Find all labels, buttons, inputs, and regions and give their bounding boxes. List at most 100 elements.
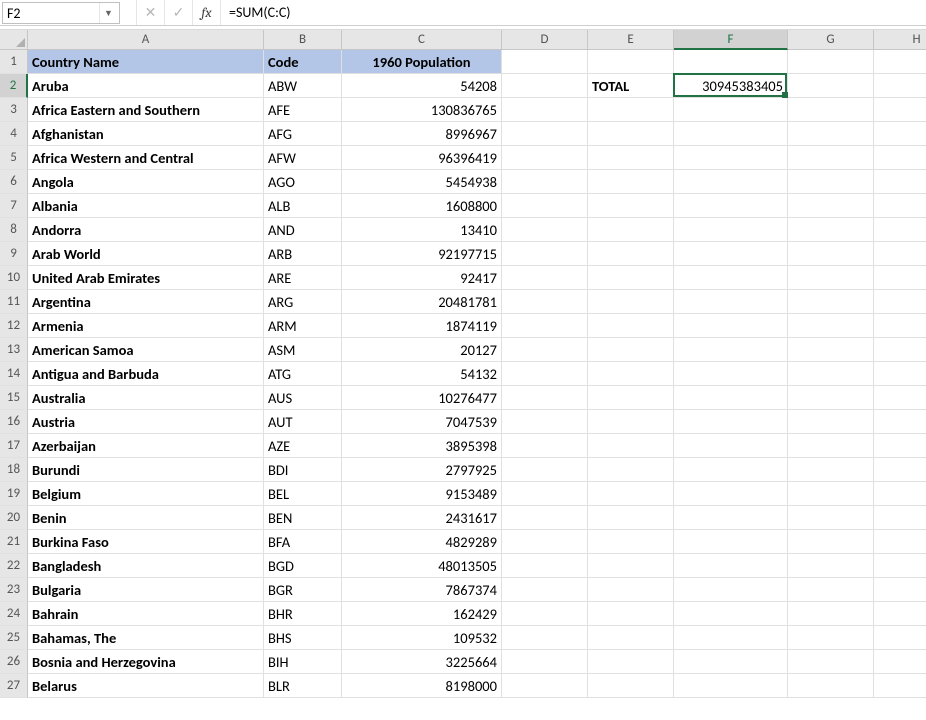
cell-population[interactable]: 130836765 <box>342 98 502 122</box>
cell-D[interactable] <box>502 386 588 410</box>
cell-country-name[interactable]: Austria <box>28 410 264 434</box>
cell-population[interactable]: 3225664 <box>342 650 502 674</box>
cell-population[interactable]: 96396419 <box>342 146 502 170</box>
row-header-16[interactable]: 16 <box>0 410 28 434</box>
cell-code[interactable]: BGR <box>264 578 342 602</box>
cell-H[interactable] <box>874 50 926 74</box>
cell-country-name[interactable]: Bosnia and Herzegovina <box>28 650 264 674</box>
name-box[interactable]: ▼ <box>2 2 120 24</box>
cell-G[interactable] <box>788 482 874 506</box>
cell-F[interactable] <box>674 266 788 290</box>
cell-population[interactable]: 92197715 <box>342 242 502 266</box>
cell-D[interactable] <box>502 218 588 242</box>
cell-F[interactable] <box>674 410 788 434</box>
column-header-F[interactable]: F <box>674 30 788 50</box>
row-header-1[interactable]: 1 <box>0 50 28 74</box>
cell-population[interactable]: 48013505 <box>342 554 502 578</box>
row-header-15[interactable]: 15 <box>0 386 28 410</box>
column-header-A[interactable]: A <box>28 30 264 50</box>
column-header-C[interactable]: C <box>342 30 502 50</box>
cell-code[interactable]: AFE <box>264 98 342 122</box>
cell-G[interactable] <box>788 218 874 242</box>
cell-population[interactable]: 92417 <box>342 266 502 290</box>
cell-population[interactable]: 9153489 <box>342 482 502 506</box>
cell-D[interactable] <box>502 170 588 194</box>
cell-population[interactable]: 20127 <box>342 338 502 362</box>
cell-G[interactable] <box>788 170 874 194</box>
cell-H[interactable] <box>874 530 926 554</box>
cell-H[interactable] <box>874 242 926 266</box>
cell-E[interactable] <box>588 554 674 578</box>
cell-code[interactable]: BLR <box>264 674 342 698</box>
cell-country-name[interactable]: Arab World <box>28 242 264 266</box>
cell-population[interactable]: 5454938 <box>342 170 502 194</box>
cell-population[interactable]: 54132 <box>342 362 502 386</box>
row-header-11[interactable]: 11 <box>0 290 28 314</box>
cell-D[interactable] <box>502 578 588 602</box>
cell-country-name[interactable]: Azerbaijan <box>28 434 264 458</box>
cell-G[interactable] <box>788 410 874 434</box>
cell-country-name[interactable]: Bahamas, The <box>28 626 264 650</box>
cell-E[interactable] <box>588 386 674 410</box>
cell-D[interactable] <box>502 50 588 74</box>
row-header-2[interactable]: 2 <box>0 74 28 98</box>
cell-E[interactable] <box>588 506 674 530</box>
cell-H[interactable] <box>874 338 926 362</box>
cell-E[interactable] <box>588 338 674 362</box>
cell-D[interactable] <box>502 290 588 314</box>
cell-code[interactable]: BEL <box>264 482 342 506</box>
row-header-19[interactable]: 19 <box>0 482 28 506</box>
cell-country-name[interactable]: Albania <box>28 194 264 218</box>
row-header-26[interactable]: 26 <box>0 650 28 674</box>
cell-country-name[interactable]: Australia <box>28 386 264 410</box>
cell-G[interactable] <box>788 650 874 674</box>
cell-G[interactable] <box>788 386 874 410</box>
row-header-20[interactable]: 20 <box>0 506 28 530</box>
cell-code[interactable]: AFG <box>264 122 342 146</box>
cell-H[interactable] <box>874 482 926 506</box>
cell-D[interactable] <box>502 410 588 434</box>
cell-country-name[interactable]: Bangladesh <box>28 554 264 578</box>
cell-G[interactable] <box>788 602 874 626</box>
cell-E[interactable] <box>588 434 674 458</box>
cell-population[interactable]: 8198000 <box>342 674 502 698</box>
cell-H[interactable] <box>874 578 926 602</box>
cell-F[interactable] <box>674 170 788 194</box>
formula-input[interactable]: =SUM(C:C) <box>220 0 926 25</box>
row-header-7[interactable]: 7 <box>0 194 28 218</box>
cell-F[interactable] <box>674 482 788 506</box>
cell-E[interactable] <box>588 482 674 506</box>
row-header-9[interactable]: 9 <box>0 242 28 266</box>
cell-code[interactable]: BHR <box>264 602 342 626</box>
cell-F[interactable] <box>674 194 788 218</box>
cell-E[interactable] <box>588 602 674 626</box>
cell-H[interactable] <box>874 290 926 314</box>
cell-E[interactable] <box>588 530 674 554</box>
cell-population[interactable]: 1608800 <box>342 194 502 218</box>
cell-G[interactable] <box>788 674 874 698</box>
cell-code[interactable]: BDI <box>264 458 342 482</box>
cell-population[interactable]: 3895398 <box>342 434 502 458</box>
cell-country-name[interactable]: Aruba <box>28 74 264 98</box>
cell-G[interactable] <box>788 554 874 578</box>
cell-H[interactable] <box>874 386 926 410</box>
cell-F[interactable] <box>674 434 788 458</box>
cell-population[interactable]: 7047539 <box>342 410 502 434</box>
cell-population[interactable]: 4829289 <box>342 530 502 554</box>
row-header-21[interactable]: 21 <box>0 530 28 554</box>
formula-confirm-button[interactable]: ✓ <box>164 0 192 25</box>
row-header-13[interactable]: 13 <box>0 338 28 362</box>
cell-H[interactable] <box>874 626 926 650</box>
cell-D[interactable] <box>502 338 588 362</box>
cell-E[interactable] <box>588 674 674 698</box>
cell-E[interactable] <box>588 458 674 482</box>
cell-code[interactable]: AND <box>264 218 342 242</box>
cell-code[interactable]: BFA <box>264 530 342 554</box>
cell-D[interactable] <box>502 146 588 170</box>
total-value[interactable]: 30945383405 <box>674 74 788 98</box>
cell-H[interactable] <box>874 458 926 482</box>
column-header-B[interactable]: B <box>264 30 342 50</box>
cell-F[interactable] <box>674 98 788 122</box>
cell-H[interactable] <box>874 650 926 674</box>
cell-code[interactable]: ALB <box>264 194 342 218</box>
